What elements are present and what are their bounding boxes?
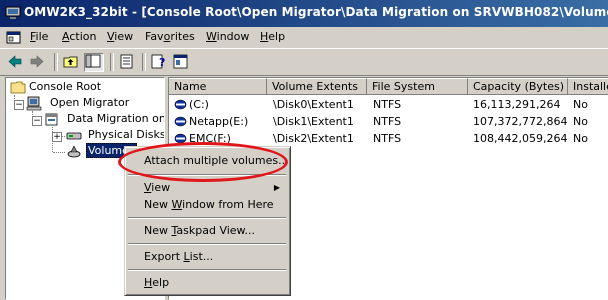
tree-node-label: Data Migration on S	[67, 112, 165, 125]
properties-icon[interactable]	[172, 53, 190, 70]
folder-icon	[10, 81, 26, 94]
computer-icon	[26, 96, 42, 111]
console-tree-icon	[85, 54, 101, 68]
cell-name: (C:)	[189, 98, 209, 111]
table-row[interactable]: (C:) \Disk0\Extent1 NTFS 16,113,291,264 …	[169, 96, 608, 113]
menu-view[interactable]: View	[107, 30, 133, 43]
column-header-capacity[interactable]: Capacity (Bytes)	[468, 78, 568, 95]
cell-file-system: NTFS	[373, 98, 402, 111]
menu-bar: File Action View Favorites Window Help	[0, 27, 608, 48]
cell-capacity: 108,442,059,264	[473, 132, 568, 145]
collapse-toggle[interactable]: −	[14, 100, 24, 110]
console-icon[interactable]	[6, 30, 22, 45]
column-header-volume-extents[interactable]: Volume Extents	[267, 78, 367, 95]
tree-node-open-migrator[interactable]: Open Migrator	[26, 95, 164, 111]
collapse-toggle[interactable]: −	[32, 116, 42, 126]
volume-icon	[67, 145, 81, 158]
menu-item-new-taskpad-view[interactable]: New Taskpad View...	[128, 222, 286, 239]
export-list-icon[interactable]	[118, 53, 136, 70]
window-title: OMW2K3_32bit - [Console Root\Open Migrat…	[24, 5, 608, 19]
menu-item-new-window-from-here[interactable]: New Window from Here	[128, 196, 286, 213]
menu-separator	[128, 174, 286, 176]
cell-name: EMC(F:)	[189, 132, 231, 145]
cell-file-system: NTFS	[373, 115, 402, 128]
menu-item-attach-multiple-volumes[interactable]: Attach multiple volumes...	[128, 152, 289, 169]
column-header-installed[interactable]: Installe	[568, 78, 608, 95]
help-icon[interactable]: ?	[150, 53, 168, 70]
app-icon	[5, 6, 21, 19]
toolbar: ?	[0, 48, 608, 76]
column-header-name[interactable]: Name	[169, 78, 267, 95]
tree-node-label: Physical Disks	[88, 128, 165, 141]
cell-capacity: 16,113,291,264	[473, 98, 561, 111]
cell-installed: No	[573, 132, 588, 145]
cell-installed: No	[573, 115, 588, 128]
table-row[interactable]: Netapp(E:) \Disk1\Extent1 NTFS 107,372,7…	[169, 113, 608, 130]
menu-separator	[128, 269, 286, 271]
cell-capacity: 107,372,772,864	[473, 115, 568, 128]
show-hide-tree-button[interactable]	[84, 53, 104, 72]
data-migration-icon	[45, 113, 58, 126]
cell-volume-extents: \Disk0\Extent1	[273, 98, 354, 111]
menu-file[interactable]: File	[30, 30, 48, 43]
column-header-file-system[interactable]: File System	[367, 78, 468, 95]
context-menu: Attach multiple volumes... View ▶ New Wi…	[124, 146, 291, 296]
toolbar-separator	[110, 53, 114, 71]
submenu-arrow-icon: ▶	[273, 183, 280, 192]
title-bar[interactable]: OMW2K3_32bit - [Console Root\Open Migrat…	[0, 0, 608, 27]
menu-item-view[interactable]: View ▶	[128, 179, 286, 196]
svg-text:?: ?	[159, 56, 165, 69]
toolbar-separator	[142, 53, 146, 71]
forward-arrow-icon[interactable]	[28, 53, 46, 70]
cell-volume-extents: \Disk1\Extent1	[273, 115, 354, 128]
up-one-level-icon[interactable]	[62, 53, 80, 70]
cell-file-system: NTFS	[373, 132, 402, 145]
menu-help[interactable]: Help	[260, 30, 285, 43]
table-row[interactable]: EMC(F:) \Disk2\Extent1 NTFS 108,442,059,…	[169, 130, 608, 147]
volume-icon	[174, 116, 187, 127]
back-arrow-icon[interactable]	[6, 53, 24, 70]
tree-node-physical-disks[interactable]: Physical Disks	[66, 127, 164, 143]
tree-node-label: Console Root	[29, 80, 102, 93]
toolbar-separator	[54, 53, 58, 71]
menu-item-export-list[interactable]: Export List...	[128, 248, 286, 265]
tree-node-console-root[interactable]: Console Root	[10, 79, 160, 95]
cell-volume-extents: \Disk2\Extent1	[273, 132, 354, 145]
cell-name: Netapp(E:)	[189, 115, 249, 128]
tree-node-data-migration[interactable]: Data Migration on S	[44, 111, 164, 127]
menu-favorites[interactable]: Favorites	[145, 30, 195, 43]
volume-icon	[174, 133, 187, 144]
menu-item-help[interactable]: Help	[128, 274, 286, 291]
menu-action[interactable]: Action	[62, 30, 96, 43]
menu-separator	[128, 217, 286, 219]
menu-separator	[128, 243, 286, 245]
disk-icon	[66, 132, 82, 140]
tree-line	[53, 152, 65, 153]
menu-window[interactable]: Window	[206, 30, 249, 43]
tree-node-label: Open Migrator	[50, 96, 130, 109]
cell-installed: No	[573, 98, 588, 111]
volume-icon	[174, 99, 187, 110]
expand-toggle[interactable]: +	[52, 132, 62, 142]
